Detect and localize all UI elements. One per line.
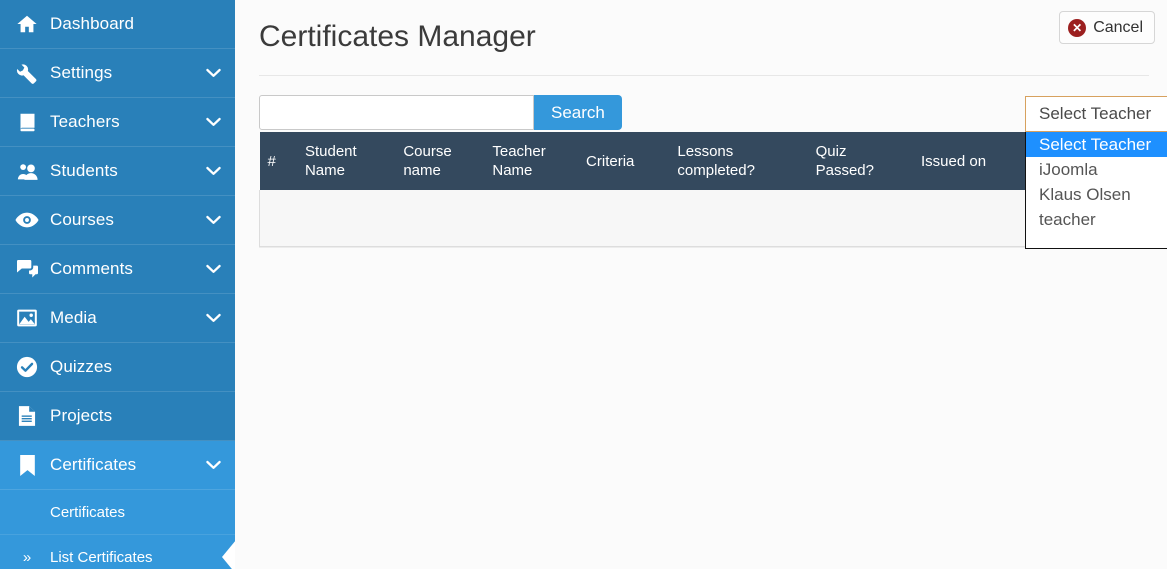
teacher-select[interactable]: Select Teacher ▼ Select Teacher iJoomla …	[1025, 96, 1167, 249]
sidebar-item-comments[interactable]: Comments	[0, 245, 235, 294]
sidebar-item-label: Certificates	[50, 455, 137, 474]
option-ijoomla[interactable]: iJoomla	[1026, 157, 1167, 182]
sidebar-item-label: Dashboard	[50, 14, 135, 33]
table-body: 20 ▼	[258, 190, 1149, 247]
sidebar-item-certificates[interactable]: Certificates	[0, 441, 235, 490]
home-icon	[10, 13, 44, 35]
table-header-row: # Student Name Course name Teacher Name …	[259, 132, 1149, 190]
option-select-teacher[interactable]: Select Teacher	[1026, 132, 1167, 157]
chevron-down-icon[interactable]	[205, 166, 221, 176]
table-footer-row: 20 ▼	[258, 190, 1149, 247]
sidebar-subitem-list-certificates[interactable]: » List Certificates	[0, 535, 235, 569]
sidebar-item-courses[interactable]: Courses	[0, 196, 235, 245]
content-bottom-divider	[259, 246, 1149, 248]
search-button[interactable]: Search	[534, 95, 622, 130]
chevron-down-icon[interactable]	[205, 460, 221, 470]
sidebar-item-media[interactable]: Media	[0, 294, 235, 343]
page-header: Certificates Manager ✕ Cancel	[235, 0, 1167, 72]
teacher-select-value: Select Teacher	[1039, 104, 1152, 123]
cancel-button-label: Cancel	[1093, 18, 1143, 36]
page-title: Certificates Manager	[259, 20, 536, 53]
sidebar-item-students[interactable]: Students	[0, 147, 235, 196]
column-header-issued[interactable]: Issued on	[913, 132, 1036, 190]
column-header-teacher[interactable]: Teacher Name	[484, 132, 579, 190]
sidebar-item-label: Students	[50, 161, 118, 180]
sidebar-item-label: Media	[50, 308, 97, 327]
main-content: Certificates Manager ✕ Cancel Search Sel…	[235, 0, 1167, 569]
option-klaus-olsen[interactable]: Klaus Olsen	[1026, 182, 1167, 207]
column-header-student[interactable]: Student Name	[296, 132, 396, 190]
book-icon	[10, 112, 44, 133]
sidebar-subitem-label: Certificates	[50, 503, 126, 521]
option-teacher[interactable]: teacher	[1026, 207, 1167, 232]
active-pointer-arrow	[222, 540, 235, 569]
document-icon	[10, 405, 44, 427]
sidebar-item-settings[interactable]: Settings	[0, 49, 235, 98]
teacher-select-box[interactable]: Select Teacher ▼	[1025, 96, 1167, 132]
sidebar-item-label: Comments	[50, 259, 133, 278]
column-header-lessons[interactable]: Lessons completed?	[669, 132, 808, 190]
wrench-icon	[10, 62, 44, 84]
image-icon	[10, 308, 44, 328]
chevron-down-icon[interactable]	[205, 68, 221, 78]
cancel-button[interactable]: ✕ Cancel	[1059, 11, 1155, 44]
sidebar-item-projects[interactable]: Projects	[0, 392, 235, 441]
search-input[interactable]	[259, 95, 534, 130]
sidebar-item-label: Courses	[50, 210, 115, 229]
eye-icon	[10, 211, 44, 229]
comments-icon	[10, 259, 44, 280]
empty-cell	[258, 190, 1037, 247]
teacher-select-options[interactable]: Select Teacher iJoomla Klaus Olsen teach…	[1025, 132, 1167, 249]
sidebar-item-dashboard[interactable]: Dashboard	[0, 0, 235, 49]
chevron-down-icon[interactable]	[205, 313, 221, 323]
double-chevron-right-icon: »	[22, 548, 32, 566]
column-header-quiz[interactable]: Quiz Passed?	[807, 132, 914, 190]
sidebar-item-teachers[interactable]: Teachers	[0, 98, 235, 147]
column-header-criteria[interactable]: Criteria	[578, 132, 670, 190]
certificates-table: # Student Name Course name Teacher Name …	[258, 132, 1149, 247]
check-circle-icon	[10, 356, 44, 378]
option-list-padding	[1026, 232, 1167, 248]
chevron-down-icon[interactable]	[205, 264, 221, 274]
sidebar: Dashboard Settings Teachers Students Cou…	[0, 0, 235, 569]
close-circle-icon: ✕	[1068, 18, 1087, 37]
sidebar-subitem-label: List Certificates	[50, 548, 153, 566]
sidebar-item-quizzes[interactable]: Quizzes	[0, 343, 235, 392]
sidebar-item-label: Settings	[50, 63, 113, 82]
chevron-down-icon[interactable]	[205, 117, 221, 127]
app-root: Dashboard Settings Teachers Students Cou…	[0, 0, 1167, 569]
users-icon	[10, 161, 44, 182]
sidebar-item-label: Projects	[50, 406, 113, 425]
chevron-down-icon[interactable]	[205, 215, 221, 225]
sidebar-item-label: Teachers	[50, 112, 120, 131]
sidebar-item-label: Quizzes	[50, 357, 113, 376]
bookmark-icon	[10, 454, 44, 477]
table-header: # Student Name Course name Teacher Name …	[259, 132, 1149, 190]
column-header-num[interactable]: #	[259, 132, 297, 190]
column-header-course[interactable]: Course name	[395, 132, 485, 190]
sidebar-subitem-certificates[interactable]: Certificates	[0, 490, 235, 535]
